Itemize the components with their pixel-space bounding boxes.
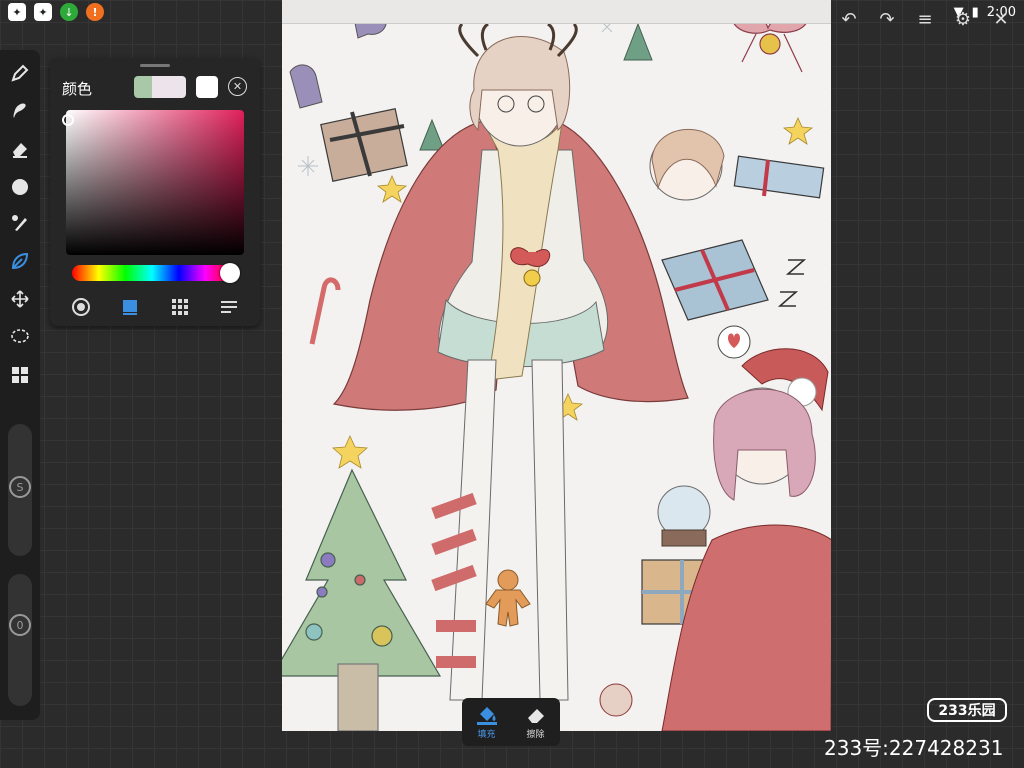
christmas-tree <box>282 468 442 731</box>
status-bar-left: ✦ ✦ ↓ ! <box>0 0 104 24</box>
current-color-swatch[interactable] <box>196 76 218 98</box>
value-mode-icon <box>220 301 237 313</box>
paw-app-icon: ✦ <box>8 3 26 21</box>
palette-mode-tab[interactable] <box>169 296 191 318</box>
brush-icon <box>12 215 27 231</box>
settings-button[interactable]: ⚙ <box>952 8 974 30</box>
saturation-value-picker[interactable] <box>66 110 244 255</box>
layers-icon: ≡ <box>917 8 933 30</box>
close-button[interactable]: ✕ <box>990 8 1012 30</box>
small-tree <box>623 22 653 61</box>
sleep-z <box>777 259 807 307</box>
redo-icon: ↷ <box>879 8 895 30</box>
gift-box <box>661 239 769 321</box>
eraser-icon <box>527 708 544 723</box>
fill-mode-button[interactable]: 填充 <box>462 698 511 746</box>
classic-mode-icon <box>123 300 138 315</box>
erase-mode-label: 擦除 <box>526 729 545 740</box>
mitten-decoration <box>289 64 323 109</box>
eraser-tool[interactable] <box>7 136 33 162</box>
artwork <box>282 3 831 731</box>
lasso-tool[interactable] <box>7 324 33 350</box>
undo-button[interactable]: ↶ <box>838 8 860 30</box>
disc-mode-icon <box>72 298 90 316</box>
candy-cane <box>309 277 341 345</box>
lasso-icon <box>11 329 29 343</box>
primary-color-swatch[interactable] <box>134 76 152 98</box>
canvas-top-strip <box>282 0 831 24</box>
color-swatch-pair[interactable] <box>134 76 186 98</box>
settings-icon: ⚙ <box>954 8 972 30</box>
value-mode-tab[interactable] <box>218 296 240 318</box>
opacity-slider[interactable]: 0 <box>8 574 32 706</box>
size-slider[interactable]: S <box>8 424 32 556</box>
gift-box <box>733 155 825 199</box>
color-panel: 颜色 ✕ <box>50 58 260 326</box>
circle-icon <box>12 179 28 195</box>
grid-tool[interactable] <box>7 362 33 388</box>
classic-mode-tab[interactable] <box>119 296 141 318</box>
close-icon: ✕ <box>232 80 243 93</box>
left-toolbar: S 0 <box>0 50 40 720</box>
grid-icon <box>12 367 28 383</box>
panel-drag-handle[interactable] <box>140 64 170 67</box>
secondary-color-swatch[interactable] <box>152 76 186 98</box>
paw-app-icon: ✦ <box>34 3 52 21</box>
smudge-icon <box>13 103 26 118</box>
palette-mode-icon <box>171 299 188 315</box>
size-slider-knob[interactable]: S <box>9 476 31 498</box>
hue-slider-knob[interactable] <box>220 263 240 283</box>
warning-icon: ! <box>86 3 104 21</box>
download-icon: ↓ <box>60 3 78 21</box>
pen-tool[interactable] <box>7 60 33 86</box>
gingerbread-decoration <box>485 569 531 627</box>
fill-tool[interactable] <box>7 248 33 274</box>
drawing-canvas[interactable] <box>282 0 831 731</box>
erase-mode-button[interactable]: 擦除 <box>511 698 560 746</box>
hue-slider[interactable] <box>72 265 232 281</box>
color-tool[interactable] <box>7 174 33 200</box>
fill-mode-label: 填充 <box>477 729 496 740</box>
paint-bucket-icon <box>476 706 497 725</box>
layers-button[interactable]: ≡ <box>914 8 936 30</box>
character-leg <box>531 359 569 701</box>
top-actions: ↶ ↷ ≡ ⚙ ✕ <box>838 8 1012 30</box>
move-icon <box>11 290 29 308</box>
fill-mode-popup: 填充 擦除 <box>462 698 560 746</box>
undo-icon: ↶ <box>841 8 857 30</box>
watermark-logo: 233乐园 <box>927 698 1007 722</box>
move-tool[interactable] <box>7 286 33 312</box>
saturation-value-cursor[interactable] <box>62 114 74 126</box>
watermark-id: 233号:227428231 <box>824 736 1004 760</box>
small-tree <box>419 118 445 151</box>
close-panel-button[interactable]: ✕ <box>228 77 247 96</box>
disc-mode-tab[interactable] <box>70 296 92 318</box>
leaf-icon <box>11 252 29 270</box>
color-mode-tabs <box>70 296 240 318</box>
opacity-slider-knob[interactable]: 0 <box>9 614 31 636</box>
pen-icon <box>11 64 29 82</box>
antler <box>458 22 489 58</box>
smudge-tool[interactable] <box>7 98 33 124</box>
girl-dress <box>661 524 831 731</box>
apple-decoration <box>599 683 633 717</box>
panel-title: 颜色 <box>62 80 93 98</box>
gift-box <box>320 108 408 182</box>
close-icon: ✕ <box>993 8 1009 30</box>
brush-tool[interactable] <box>7 210 33 236</box>
eraser-icon <box>13 143 27 158</box>
redo-button[interactable]: ↷ <box>876 8 898 30</box>
